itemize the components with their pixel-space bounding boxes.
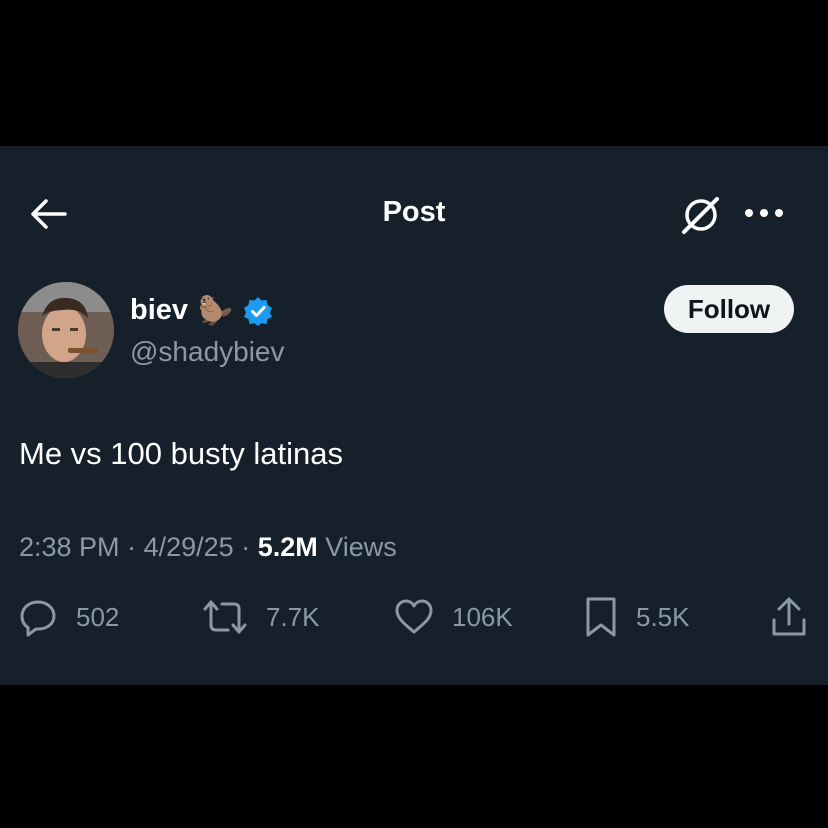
views-label[interactable]: Views — [325, 532, 397, 562]
repost-count: 7.7K — [266, 601, 320, 632]
post-text: Me vs 100 busty latinas — [19, 436, 343, 471]
author-name[interactable]: biev — [130, 294, 188, 327]
share-button[interactable] — [770, 595, 808, 639]
share-icon[interactable] — [770, 596, 808, 638]
avatar[interactable] — [18, 282, 114, 378]
like-button[interactable]: 106K — [394, 595, 513, 639]
post-time[interactable]: 2:38 PM — [19, 532, 120, 562]
bookmark-button[interactable]: 5.5K — [584, 595, 690, 639]
beaver-emoji: 🦫 — [198, 295, 233, 326]
reply-icon[interactable] — [18, 597, 58, 637]
views-count[interactable]: 5.2M — [258, 532, 318, 562]
bookmark-icon[interactable] — [584, 596, 618, 638]
author-handle[interactable]: @shadybiev — [130, 336, 285, 368]
reply-button[interactable]: 502 — [18, 595, 119, 639]
grok-icon[interactable] — [680, 194, 722, 236]
meta-separator: · — [127, 532, 137, 562]
reply-count: 502 — [76, 601, 120, 632]
author-name-row[interactable]: biev 🦫 — [130, 294, 273, 327]
post-meta: 2:38 PM · 4/29/25 · 5.2M Views — [19, 532, 397, 563]
repost-icon[interactable] — [202, 597, 248, 637]
meta-separator: · — [241, 532, 251, 562]
bookmark-count: 5.5K — [636, 601, 690, 632]
repost-button[interactable]: 7.7K — [202, 595, 320, 639]
post-screen: Post biev 🦫 @shadybiev Follow Me vs 100 … — [0, 146, 828, 685]
like-count: 106K — [452, 601, 513, 632]
heart-icon[interactable] — [394, 597, 434, 637]
follow-button[interactable]: Follow — [664, 285, 794, 333]
more-horizontal-icon[interactable] — [744, 206, 784, 220]
post-date[interactable]: 4/29/25 — [144, 532, 234, 562]
verified-badge-icon[interactable] — [243, 296, 273, 326]
